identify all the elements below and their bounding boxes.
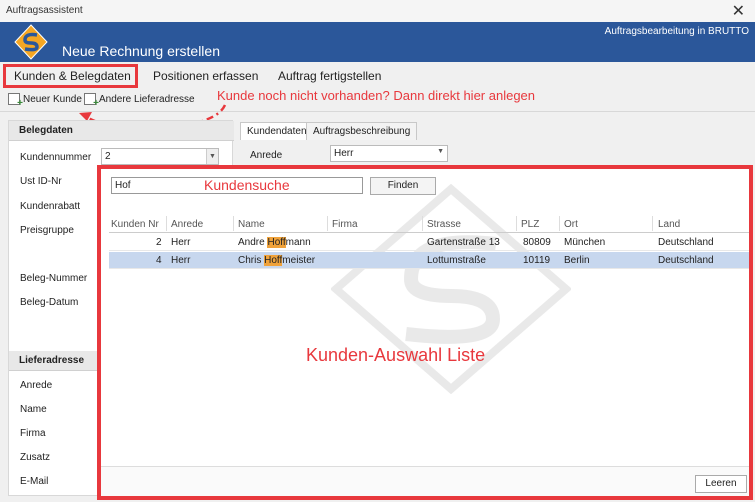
- close-icon[interactable]: ✕: [732, 1, 745, 21]
- col-anrede[interactable]: Anrede: [171, 219, 203, 230]
- belegnummer-label: Beleg-Nummer: [20, 273, 88, 284]
- lief-anrede-label: Anrede: [20, 380, 53, 391]
- belegdaten-header: Belegdaten: [9, 121, 234, 141]
- annotation-hint: Kunde noch nicht vorhanden? Dann direkt …: [217, 88, 536, 103]
- find-button[interactable]: Finden: [370, 177, 436, 195]
- cell-kunden-nr: 4: [156, 255, 162, 266]
- tab-kundendaten[interactable]: Kundendaten: [240, 122, 314, 140]
- kundennummer-value: 2: [105, 151, 111, 162]
- lief-name-label: Name: [20, 404, 47, 415]
- cell-plz: 10119: [523, 255, 551, 266]
- active-tab-highlight: [3, 64, 138, 88]
- table-row[interactable]: 4 Herr Chris Hoffmeister Lottumstraße 10…: [109, 252, 749, 269]
- chevron-down-icon[interactable]: ▼: [206, 149, 218, 164]
- table-row[interactable]: 2 Herr Andre Hoffmann Gartenstraße 13 80…: [109, 234, 749, 251]
- cell-strasse: Lottumstraße: [427, 255, 486, 266]
- customer-search-popup: Hof Kundensuche Finden Kunden Nr Anrede …: [97, 165, 753, 500]
- grid-header: Kunden Nr Anrede Name Firma Strasse PLZ …: [109, 214, 749, 233]
- tab-auftrag-fertigstellen[interactable]: Auftrag fertigstellen: [278, 69, 381, 83]
- window-titlebar: Auftragsassistent ✕: [0, 0, 755, 22]
- search-annotation: Kundensuche: [204, 177, 290, 193]
- col-ort[interactable]: Ort: [564, 219, 578, 230]
- search-match-highlight: Hoff: [264, 255, 283, 266]
- search-value: Hof: [115, 180, 131, 191]
- lief-firma-label: Firma: [20, 428, 46, 439]
- header-app-label: Auftragsbearbeitung in BRUTTO: [604, 26, 749, 37]
- tab-positionen[interactable]: Positionen erfassen: [153, 69, 258, 83]
- cell-plz: 80809: [523, 237, 551, 248]
- kundennummer-label: Kundennummer: [20, 152, 92, 163]
- anrede-select[interactable]: Herr ▼: [330, 145, 448, 162]
- cell-anrede: Herr: [171, 237, 191, 248]
- list-annotation: Kunden-Auswahl Liste: [306, 345, 486, 365]
- cell-ort: Berlin: [564, 255, 590, 266]
- clear-button[interactable]: Leeren: [695, 475, 747, 493]
- col-plz[interactable]: PLZ: [521, 219, 539, 230]
- lief-email-label: E-Mail: [20, 476, 49, 487]
- preisgruppe-label: Preisgruppe: [20, 225, 74, 236]
- anrede-value: Herr: [334, 148, 354, 159]
- search-match-highlight: Hoff: [267, 237, 286, 248]
- tab-auftragsbeschreibung[interactable]: Auftragsbeschreibung: [306, 122, 418, 140]
- belegdatum-label: Beleg-Datum: [20, 297, 79, 308]
- cell-ort: München: [564, 237, 606, 248]
- cell-name: Andre Hoffmann: [238, 237, 311, 248]
- cell-land: Deutschland: [658, 255, 714, 266]
- window-title: Auftragsassistent: [6, 5, 83, 16]
- chevron-down-icon: ▼: [437, 148, 444, 155]
- cell-land: Deutschland: [658, 237, 714, 248]
- cell-kunden-nr: 2: [156, 237, 162, 248]
- ust-label: Ust ID-Nr: [20, 176, 62, 187]
- new-customer-button[interactable]: Neuer Kunde: [8, 93, 82, 109]
- cell-name: Chris Hoffmeister: [238, 255, 316, 266]
- rabatt-label: Kundenrabatt: [20, 201, 81, 212]
- anrede-label: Anrede: [250, 150, 283, 161]
- app-logo-icon: [14, 24, 48, 60]
- popup-footer: Leeren: [101, 466, 749, 496]
- col-firma[interactable]: Firma: [332, 219, 358, 230]
- header-title: Neue Rechnung erstellen: [62, 43, 220, 59]
- col-land[interactable]: Land: [658, 219, 680, 230]
- kundennummer-field[interactable]: 2 ▼: [101, 148, 219, 165]
- lief-zusatz-label: Zusatz: [20, 452, 51, 463]
- col-kunden-nr[interactable]: Kunden Nr: [111, 219, 159, 230]
- app-header: Neue Rechnung erstellen Auftragsbearbeit…: [0, 22, 755, 62]
- cell-anrede: Herr: [171, 255, 191, 266]
- new-document-icon: [8, 93, 23, 109]
- cell-strasse: Gartenstraße 13: [427, 237, 500, 248]
- col-name[interactable]: Name: [238, 219, 265, 230]
- right-panel: Kundendaten Auftragsbeschreibung Anrede …: [240, 120, 750, 165]
- new-customer-label: Neuer Kunde: [23, 93, 82, 105]
- col-strasse[interactable]: Strasse: [427, 219, 461, 230]
